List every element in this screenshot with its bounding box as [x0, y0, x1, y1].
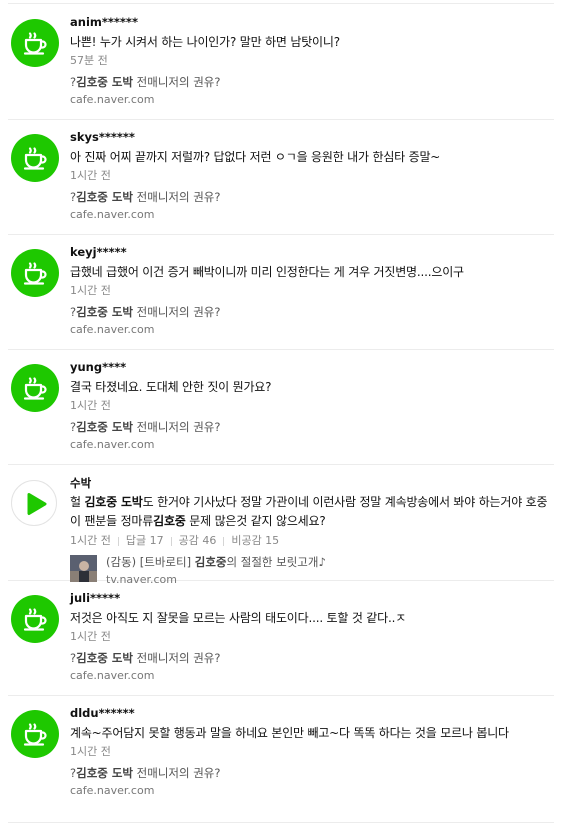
- comment-author[interactable]: juli*****: [70, 590, 552, 606]
- video-title-prefix: (감동) [트바로티]: [106, 555, 195, 569]
- comment-time: 1시간 전: [70, 169, 111, 182]
- comment-text: 저것은 아직도 지 잘못을 모르는 사람의 태도이다.... 토할 것 같다..…: [70, 611, 407, 625]
- cafe-avatar[interactable]: [11, 249, 59, 297]
- comment-time: 57분 전: [70, 54, 108, 67]
- text-segment: 문제 많은것 같지 않으세요?: [185, 514, 326, 528]
- comment-item: yung**** 결국 타졌네요. 도대체 안한 짓이 뭔가요? 1시간 전 ?김호중…: [0, 359, 560, 459]
- comment-author[interactable]: skys******: [70, 129, 552, 145]
- link-suffix: 전매니저의 권유?: [133, 190, 221, 204]
- cafe-avatar[interactable]: [11, 364, 59, 412]
- link-keyword: 김호중 도박: [76, 766, 134, 780]
- video-url[interactable]: tv.naver.com: [106, 572, 326, 588]
- comment-item: keyj***** 급했네 급했어 이건 증거 빼박이니까 미리 인정한다는 게 …: [0, 244, 560, 344]
- link-keyword: 김호중 도박: [76, 75, 134, 89]
- related-link-title[interactable]: ?김호중 도박 전매니저의 권유?: [70, 649, 552, 668]
- comment-author[interactable]: yung****: [70, 359, 552, 375]
- keyword-highlight: 김호중 도박: [84, 495, 143, 509]
- related-link-url[interactable]: cafe.naver.com: [70, 783, 552, 799]
- meta-separator: [170, 536, 172, 546]
- text-segment: 헐: [70, 495, 85, 509]
- link-keyword: 김호중 도박: [76, 420, 134, 434]
- related-link-url[interactable]: cafe.naver.com: [70, 92, 552, 108]
- comment-author[interactable]: keyj*****: [70, 244, 552, 260]
- divider: [8, 695, 554, 696]
- keyword-highlight: 김호중: [153, 514, 186, 528]
- comment-time: 1시간 전: [70, 284, 111, 297]
- comment-item: dldu****** 계속~주어담지 못할 행동과 말을 하네요 본인만 빼고~다…: [0, 705, 560, 805]
- like-count[interactable]: 공감 46: [179, 534, 217, 547]
- divider: [8, 234, 554, 235]
- comment-time: 1시간 전: [70, 534, 111, 547]
- related-link-title[interactable]: ?김호중 도박 전매니저의 권유?: [70, 73, 552, 92]
- divider: [8, 119, 554, 120]
- meta-separator: [117, 536, 119, 546]
- comment-time: 1시간 전: [70, 399, 111, 412]
- divider: [8, 3, 554, 4]
- comment-content: 수박헐 김호중 도박도 한거야 기사났다 정말 가관이네 이런사람 정말 계속방…: [70, 474, 552, 587]
- related-link-title[interactable]: ?김호중 도박 전매니저의 권유?: [70, 188, 552, 207]
- comment-text: 계속~주어담지 못할 행동과 말을 하네요 본인만 빼고~다 똑똑 하다는 것을…: [70, 726, 509, 740]
- comment-content: keyj***** 급했네 급했어 이건 증거 빼박이니까 미리 인정한다는 게 …: [70, 244, 552, 338]
- video-title[interactable]: (감동) [트바로티] 김호중의 절절한 보릿고개♪: [106, 553, 326, 572]
- divider: [8, 464, 554, 465]
- comment-content: skys****** 아 진짜 어찌 끝까지 저럴까? 답없다 저런 ㅇㄱ을 응원…: [70, 129, 552, 223]
- link-keyword: 김호중 도박: [76, 651, 134, 665]
- link-keyword: 김호중 도박: [76, 190, 134, 204]
- comment-item-special: 수박헐 김호중 도박도 한거야 기사났다 정말 가관이네 이런사람 정말 계속방…: [0, 474, 560, 587]
- related-link-url[interactable]: cafe.naver.com: [70, 322, 552, 338]
- reply-count[interactable]: 답글 17: [126, 534, 164, 547]
- dislike-count[interactable]: 비공감 15: [231, 534, 279, 547]
- comment-content: anim****** 나쁜! 누가 시켜서 하는 나이인가? 말만 하면 남탓이니…: [70, 14, 552, 108]
- link-suffix: 전매니저의 권유?: [133, 305, 221, 319]
- comment-item: juli***** 저것은 아직도 지 잘못을 모르는 사람의 태도이다.... …: [0, 590, 560, 690]
- related-link-url[interactable]: cafe.naver.com: [70, 207, 552, 223]
- link-suffix: 전매니저의 권유?: [133, 420, 221, 434]
- comment-feed: anim****** 나쁜! 누가 시켜서 하는 나이인가? 말만 하면 남탓이니…: [0, 0, 582, 832]
- comment-author[interactable]: anim******: [70, 14, 552, 30]
- link-suffix: 전매니저의 권유?: [133, 766, 221, 780]
- related-link-url[interactable]: cafe.naver.com: [70, 668, 552, 684]
- comment-time: 1시간 전: [70, 630, 111, 643]
- comment-content: juli***** 저것은 아직도 지 잘못을 모르는 사람의 태도이다.... …: [70, 590, 552, 684]
- comment-content: yung**** 결국 타졌네요. 도대체 안한 짓이 뭔가요? 1시간 전 ?김호중…: [70, 359, 552, 453]
- comment-content: dldu****** 계속~주어담지 못할 행동과 말을 하네요 본인만 빼고~다…: [70, 705, 552, 799]
- comment-time: 1시간 전: [70, 745, 111, 758]
- link-suffix: 전매니저의 권유?: [133, 651, 221, 665]
- tv-avatar[interactable]: [11, 480, 57, 526]
- divider: [8, 349, 554, 350]
- cafe-avatar[interactable]: [11, 134, 59, 182]
- video-title-keyword: 김호중: [194, 555, 227, 569]
- cafe-avatar[interactable]: [11, 710, 59, 758]
- comment-text: 급했네 급했어 이건 증거 빼박이니까 미리 인정한다는 게 겨우 거짓변명..…: [70, 265, 464, 279]
- comment-item: skys****** 아 진짜 어찌 끝까지 저럴까? 답없다 저런 ㅇㄱ을 응원…: [0, 129, 560, 229]
- comment-item: anim****** 나쁜! 누가 시켜서 하는 나이인가? 말만 하면 남탓이니…: [0, 14, 560, 114]
- related-link-title[interactable]: ?김호중 도박 전매니저의 권유?: [70, 303, 552, 322]
- link-keyword: 김호중 도박: [76, 305, 134, 319]
- divider: [8, 822, 554, 823]
- video-card-body: (감동) [트바로티] 김호중의 절절한 보릿고개♪ tv.naver.com: [106, 553, 326, 588]
- comment-text: 헐 김호중 도박도 한거야 기사났다 정말 가관이네 이런사람 정말 계속방송에…: [70, 493, 552, 531]
- related-link-title[interactable]: ?김호중 도박 전매니저의 권유?: [70, 418, 552, 437]
- link-suffix: 전매니저의 권유?: [133, 75, 221, 89]
- video-link-card[interactable]: (감동) [트바로티] 김호중의 절절한 보릿고개♪ tv.naver.com: [70, 553, 550, 587]
- comment-meta: 1시간 전 답글 17 공감 46 비공감 15: [70, 532, 552, 550]
- cafe-avatar[interactable]: [11, 595, 59, 643]
- meta-separator: [223, 536, 225, 546]
- cafe-avatar[interactable]: [11, 19, 59, 67]
- comment-author[interactable]: 수박: [70, 475, 552, 491]
- comment-text: 나쁜! 누가 시켜서 하는 나이인가? 말만 하면 남탓이니?: [70, 35, 340, 49]
- comment-text: 결국 타졌네요. 도대체 안한 짓이 뭔가요?: [70, 380, 272, 394]
- comment-author[interactable]: dldu******: [70, 705, 552, 721]
- video-title-suffix: 의 절절한 보릿고개♪: [226, 555, 326, 569]
- related-link-url[interactable]: cafe.naver.com: [70, 437, 552, 453]
- related-link-title[interactable]: ?김호중 도박 전매니저의 권유?: [70, 764, 552, 783]
- comment-text: 아 진짜 어찌 끝까지 저럴까? 답없다 저런 ㅇㄱ을 응원한 내가 한심타 증…: [70, 150, 441, 164]
- video-thumbnail[interactable]: [70, 555, 97, 582]
